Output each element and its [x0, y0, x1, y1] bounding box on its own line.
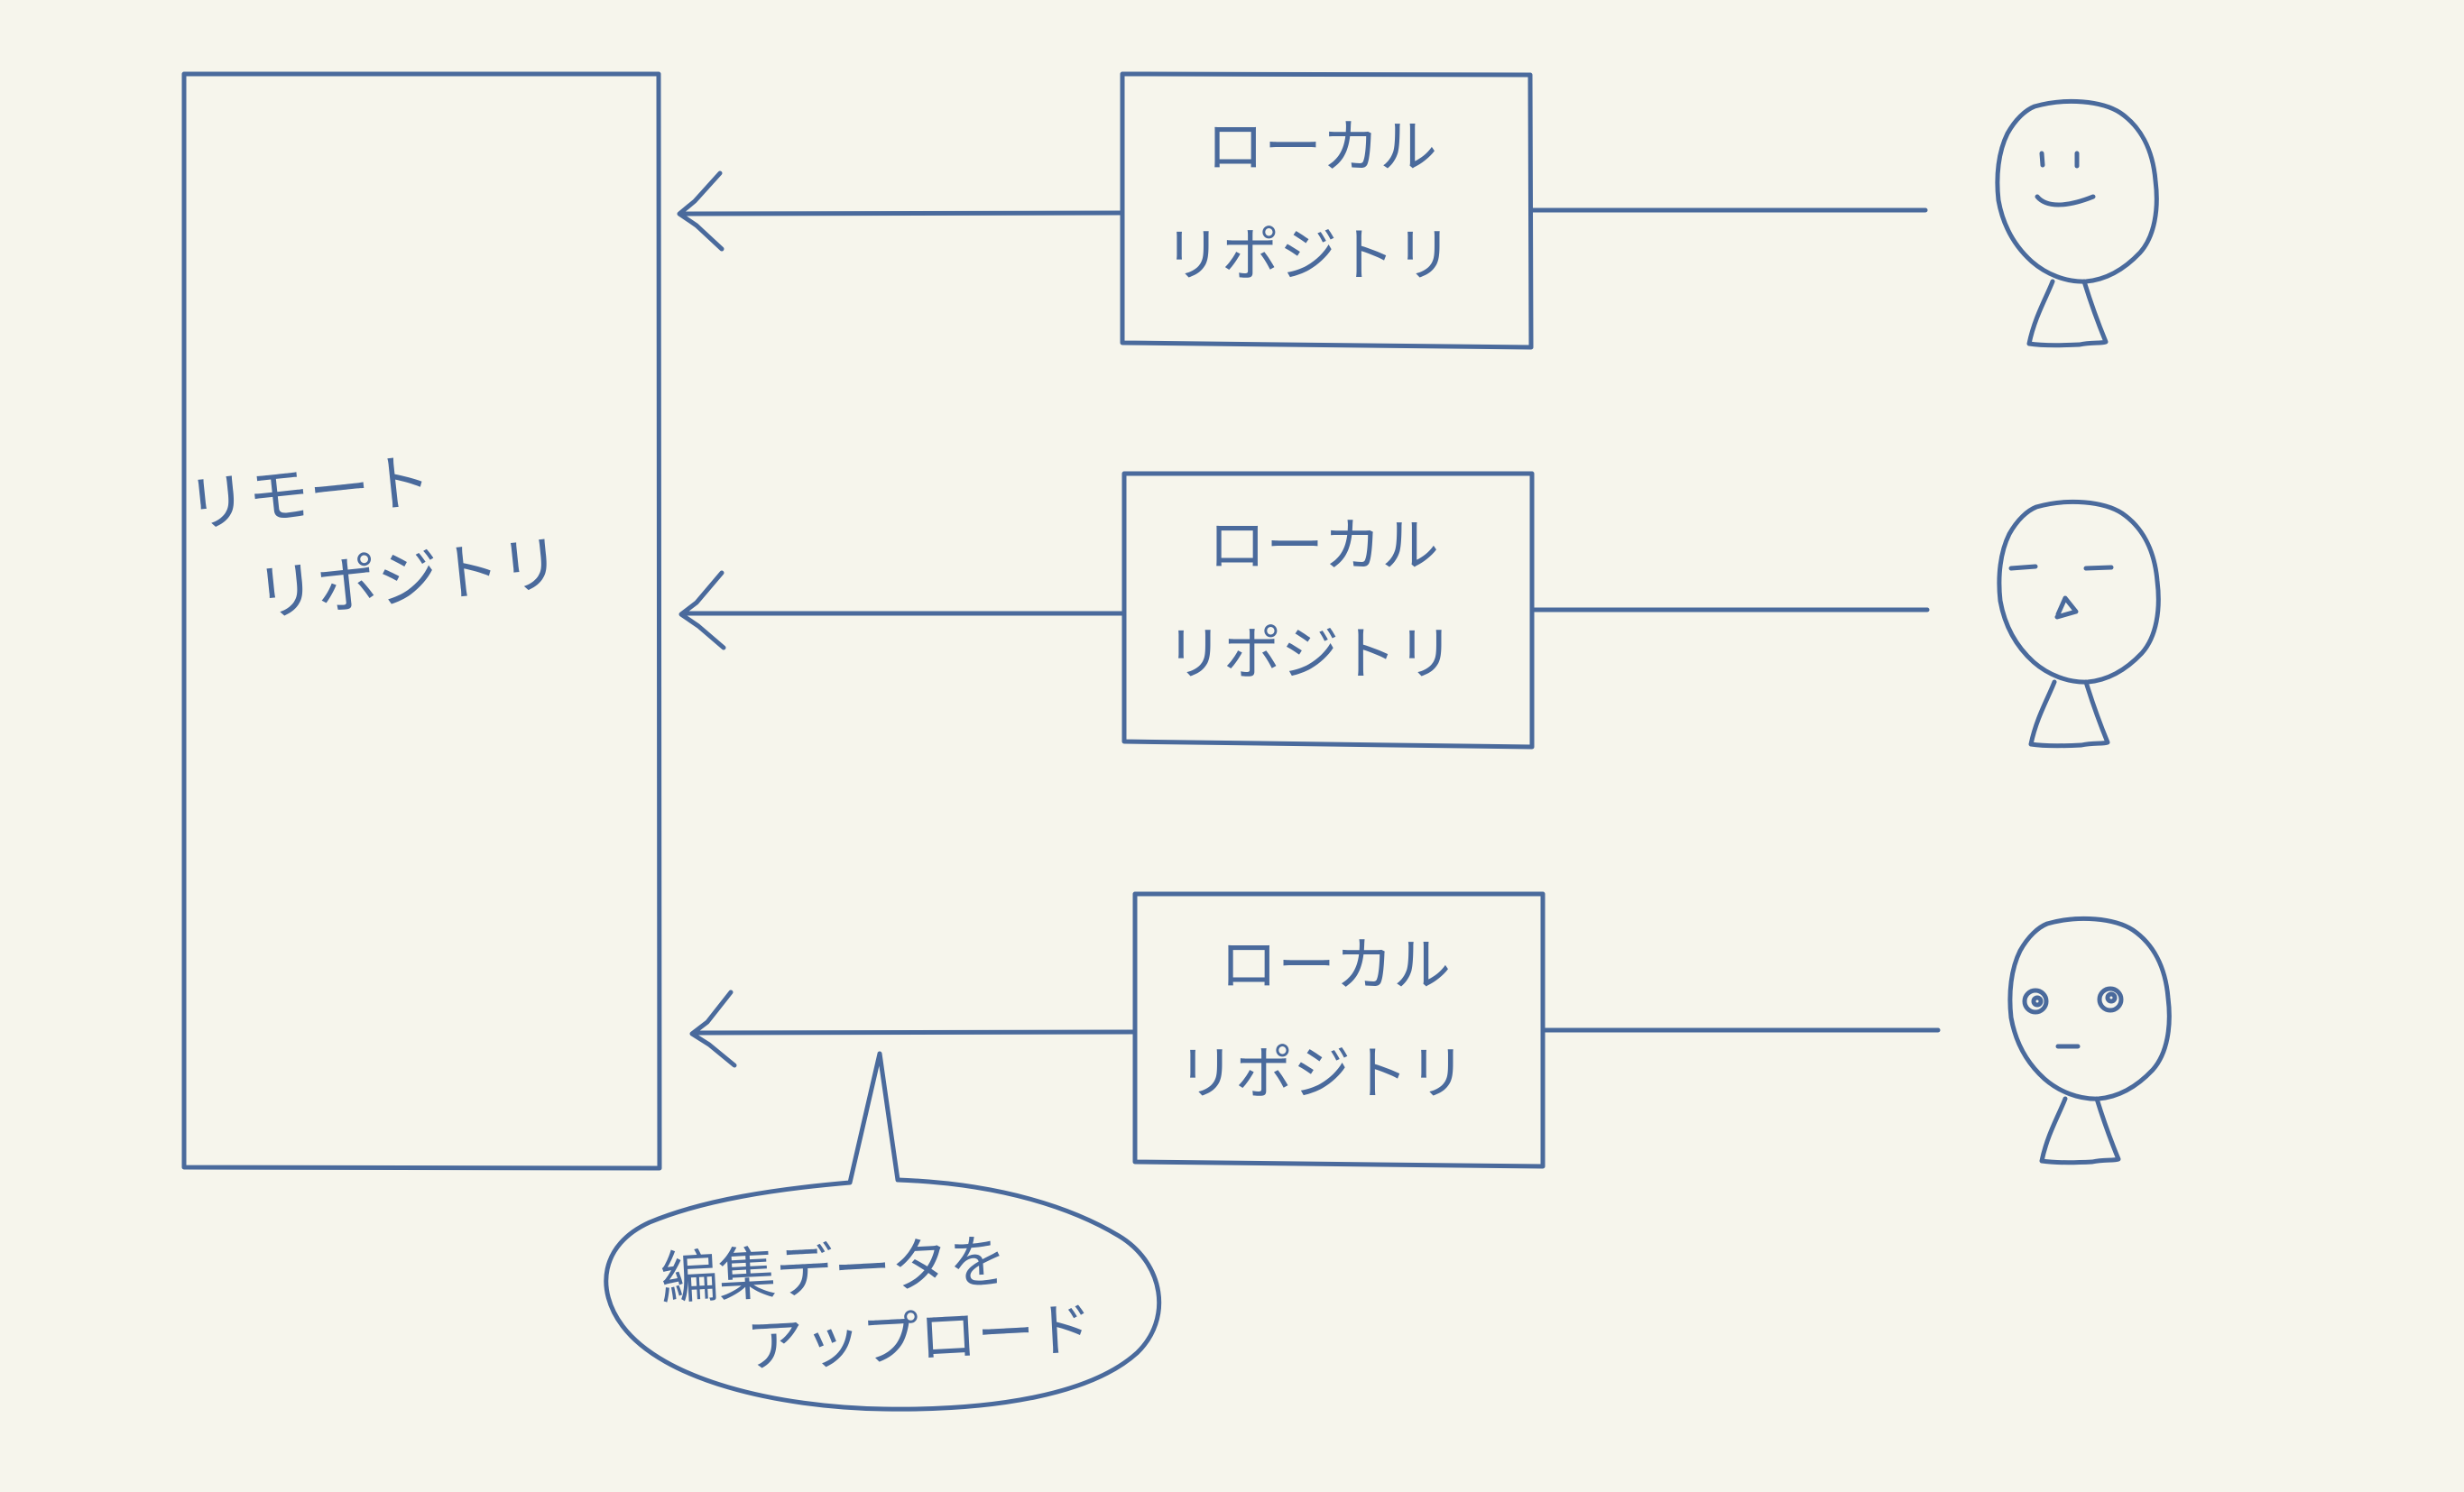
- local-repository-3: ローカル リポジトリ: [1132, 891, 1546, 1169]
- local-repository-label-line2: リポジトリ: [1177, 1041, 1466, 1108]
- user-3: [2007, 916, 2172, 1165]
- repository-diagram: リモート リポジトリ ローカル リポジトリ ローカル リポジトリ ローカル リポ…: [181, 71, 2172, 1412]
- push-arrow-2: [678, 570, 1126, 650]
- local-repository-label-line2: リポジトリ: [1166, 622, 1454, 688]
- eye: [2031, 995, 2044, 1008]
- eye: [2008, 564, 2038, 571]
- push-arrow-1: [677, 170, 1124, 252]
- remote-repository-label-line1: リモート: [183, 446, 435, 542]
- user-2: [1997, 499, 2161, 749]
- remote-repository-box: [181, 71, 662, 1171]
- local-repository-label-line2: リポジトリ: [1164, 223, 1453, 290]
- local-repository-label-line1: ローカル: [1220, 933, 1451, 999]
- callout-text-line2: アップロード: [744, 1296, 1094, 1381]
- local-repository-label-line1: ローカル: [1206, 115, 1437, 181]
- eye: [2083, 565, 2114, 571]
- remote-repository-label-line2: リポジトリ: [252, 529, 564, 631]
- callout-text-line1: 編集データを: [659, 1229, 1008, 1313]
- mouth: [2035, 194, 2096, 207]
- person-icon: [1997, 499, 2161, 749]
- upload-callout: 編集データを アップロード: [604, 1051, 1162, 1412]
- person-icon: [2007, 916, 2172, 1165]
- local-repository-2: ローカル リポジトリ: [1121, 471, 1535, 750]
- nose: [2054, 595, 2079, 620]
- eye: [2039, 151, 2045, 168]
- person-icon: [1995, 98, 2159, 348]
- local-repository-label-line1: ローカル: [1208, 513, 1439, 580]
- local-repository-1: ローカル リポジトリ: [1120, 71, 1534, 350]
- push-arrow-3: [689, 990, 1137, 1068]
- remote-repository: リモート リポジトリ: [181, 71, 662, 1171]
- user-1: [1995, 98, 2159, 348]
- eye: [2105, 991, 2118, 1004]
